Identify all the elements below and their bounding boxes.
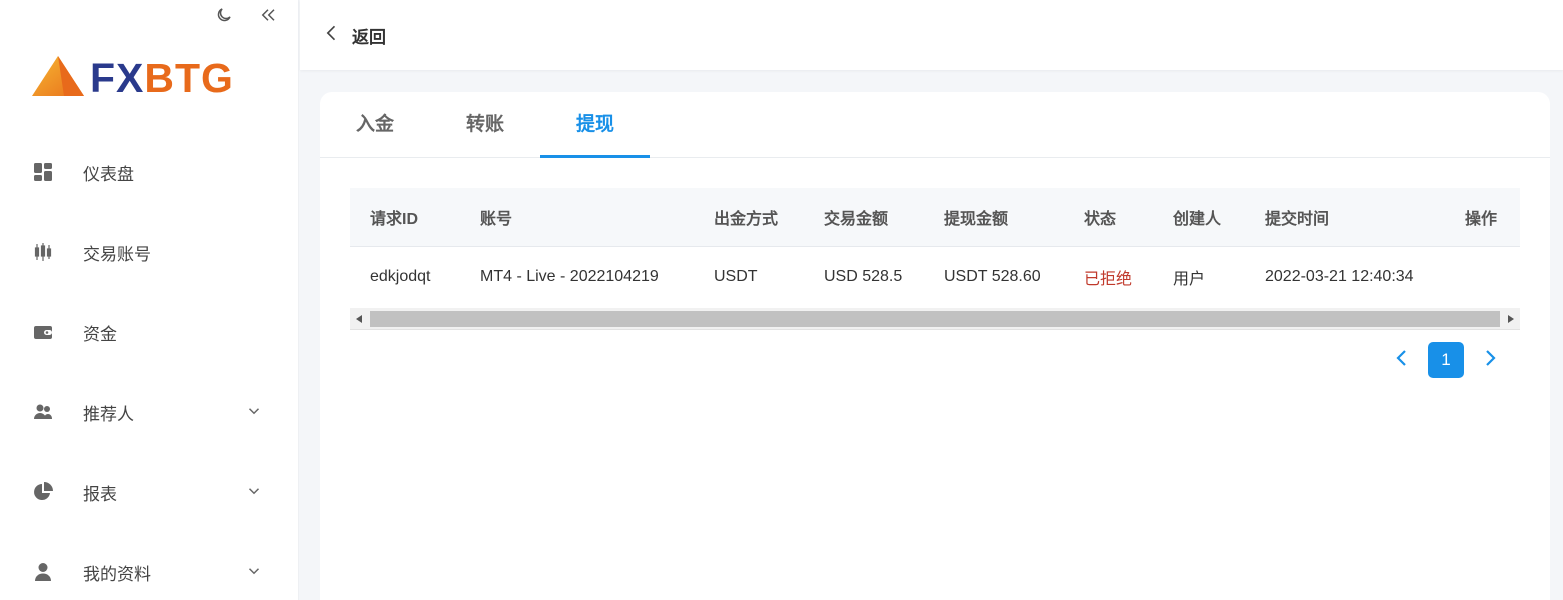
chevron-right-icon: [1483, 349, 1497, 372]
chevron-left-icon: [1395, 349, 1409, 372]
table-row: edkjodqt MT4 - Live - 2022104219 USDT US…: [350, 246, 1520, 308]
scroll-right-button[interactable]: [1502, 308, 1520, 330]
logo-fx: FX: [90, 54, 145, 101]
column-header: 提交时间: [1265, 210, 1330, 228]
cell-request-id: edkjodqt: [370, 268, 431, 286]
column-header: 账号: [480, 210, 513, 228]
column-header: 状态: [1084, 210, 1117, 228]
back-label: 返回: [352, 27, 386, 47]
transaction-tabs: 入金 转账 提现: [320, 92, 1550, 158]
withdrawal-table-wrapper: 请求ID 账号 出金方式 交易金额 提现金额 状态 创建人 提交时间 操作 ed…: [350, 188, 1520, 330]
cell-submitted-time: 2022-03-21 12:40:34: [1265, 268, 1414, 286]
column-header: 操作: [1465, 210, 1498, 228]
column-header: 出金方式: [714, 210, 779, 228]
column-header: 请求ID: [370, 210, 419, 228]
app: FXBTG 仪表盘 交易账号 资金 推荐人 报表 我的资料 返回 入金 转账 提…: [0, 0, 1563, 600]
tab-deposit[interactable]: 入金: [320, 92, 430, 158]
page-number-button[interactable]: 1: [1428, 342, 1464, 378]
sidebar-item-referrer[interactable]: 推荐人: [0, 372, 299, 452]
column-header: 提现金额: [944, 210, 1009, 228]
sidebar-item-label: 推荐人: [83, 404, 134, 424]
tab-withdrawal[interactable]: 提现: [540, 92, 650, 158]
logo-btg: BTG: [144, 54, 234, 101]
sidebar-item-trading-accounts[interactable]: 交易账号: [0, 212, 299, 292]
users-icon: [33, 402, 53, 422]
collapse-sidebar-button[interactable]: [256, 6, 280, 28]
chevron-left-icon: [322, 23, 342, 48]
wallet-icon: [33, 322, 53, 342]
chevron-down-icon: [245, 562, 263, 580]
sidebar-item-dashboard[interactable]: 仪表盘: [0, 132, 299, 212]
back-button[interactable]: 返回: [322, 23, 386, 48]
tab-transfer[interactable]: 转账: [430, 92, 540, 158]
transactions-card: 入金 转账 提现 请求ID 账号 出金方式 交易金额 提现金额 状态 创建人 提…: [320, 92, 1550, 600]
chevron-down-icon: [245, 482, 263, 500]
cell-trade-amount: USD 528.5: [824, 268, 903, 286]
cell-action: [1445, 246, 1520, 308]
top-header: 返回: [300, 0, 1563, 70]
scroll-left-button[interactable]: [350, 308, 368, 330]
cell-withdraw-amount: USDT 528.60: [944, 268, 1041, 286]
brand-logo[interactable]: FXBTG: [30, 54, 234, 103]
sidebar-item-label: 我的资料: [83, 564, 151, 584]
user-icon: [33, 562, 53, 582]
pie-chart-icon: [33, 482, 53, 502]
sidebar-item-label: 资金: [83, 324, 117, 344]
sidebar-item-label: 仪表盘: [83, 164, 134, 184]
table-header-row: 请求ID 账号 出金方式 交易金额 提现金额 状态 创建人 提交时间 操作: [350, 188, 1520, 246]
cell-creator: 用户: [1173, 271, 1206, 289]
sidebar-item-reports[interactable]: 报表: [0, 452, 299, 532]
sidebar-tools: [212, 6, 280, 28]
sidebar-nav: 仪表盘 交易账号 资金 推荐人 报表 我的资料: [0, 132, 299, 600]
dashboard-icon: [33, 162, 53, 182]
sidebar-item-funds[interactable]: 资金: [0, 292, 299, 372]
candlestick-icon: [33, 242, 53, 262]
caret-right-icon: [1508, 310, 1514, 328]
pagination: 1: [1392, 342, 1500, 378]
theme-toggle-button[interactable]: [212, 6, 236, 28]
sidebar-item-my-profile[interactable]: 我的资料: [0, 532, 299, 600]
withdrawal-table: 请求ID 账号 出金方式 交易金额 提现金额 状态 创建人 提交时间 操作 ed…: [350, 188, 1520, 308]
sidebar-item-label: 报表: [83, 484, 117, 504]
column-header: 创建人: [1173, 210, 1222, 228]
sidebar: FXBTG 仪表盘 交易账号 资金 推荐人 报表 我的资料: [0, 0, 299, 600]
moon-icon: [215, 6, 233, 29]
cell-account: MT4 - Live - 2022104219: [480, 268, 659, 286]
scrollbar-thumb[interactable]: [370, 311, 1500, 327]
column-header: 交易金额: [824, 210, 889, 228]
double-chevron-left-icon: [259, 6, 277, 29]
caret-left-icon: [356, 310, 362, 328]
next-page-button[interactable]: [1480, 348, 1500, 372]
logo-text: FXBTG: [90, 54, 234, 101]
sidebar-item-label: 交易账号: [83, 244, 151, 264]
cell-method: USDT: [714, 268, 758, 286]
status-badge: 已拒绝: [1084, 271, 1133, 289]
prev-page-button[interactable]: [1392, 348, 1412, 372]
logo-triangle-icon: [30, 54, 86, 103]
chevron-down-icon: [245, 402, 263, 420]
horizontal-scrollbar[interactable]: [350, 308, 1520, 330]
